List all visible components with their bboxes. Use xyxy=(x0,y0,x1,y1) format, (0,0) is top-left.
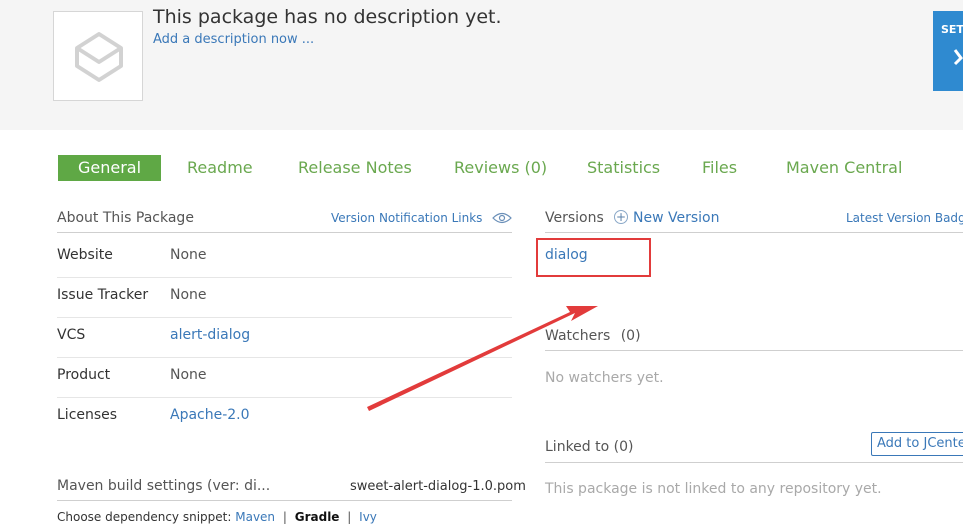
snippet-separator: | xyxy=(347,510,352,524)
snippet-label: Choose dependency snippet: xyxy=(57,510,232,524)
snippet-ivy[interactable]: Ivy xyxy=(359,510,377,524)
versions-divider xyxy=(545,232,963,233)
row-divider xyxy=(57,277,512,278)
set-button-label: SET xyxy=(941,23,963,36)
linked-divider xyxy=(545,462,963,463)
about-package-title: About This Package xyxy=(57,210,194,226)
row-divider xyxy=(57,357,512,358)
product-value: None xyxy=(170,367,207,383)
new-version-label: New Version xyxy=(633,210,720,226)
tab-general[interactable]: General xyxy=(58,155,162,181)
package-avatar xyxy=(53,11,143,101)
issue-tracker-label: Issue Tracker xyxy=(57,287,149,303)
new-version-button[interactable]: + New Version xyxy=(614,210,719,226)
tab-maven-central[interactable]: Maven Central xyxy=(786,155,902,181)
package-header: This package has no description yet. Add… xyxy=(0,0,963,130)
no-watchers-text: No watchers yet. xyxy=(545,370,664,386)
package-description: This package has no description yet. xyxy=(153,6,502,28)
tab-readme[interactable]: Readme xyxy=(187,155,253,181)
plus-circle-icon: + xyxy=(614,210,628,224)
not-linked-text: This package is not linked to any reposi… xyxy=(545,481,882,497)
version-notification-links[interactable]: Version Notification Links xyxy=(331,211,482,225)
package-tabs: General Readme Release Notes Reviews (0)… xyxy=(0,155,963,181)
license-link[interactable]: Apache-2.0 xyxy=(170,407,250,423)
about-divider xyxy=(57,232,512,233)
linked-to-title: Linked to (0) xyxy=(545,439,634,455)
watchers-count: (0) xyxy=(620,328,641,344)
vcs-label: VCS xyxy=(57,327,86,343)
package-box-icon xyxy=(75,32,123,82)
latest-version-badge-link[interactable]: Latest Version Badge xyxy=(846,211,963,225)
snippet-separator: | xyxy=(282,510,287,524)
download-icon xyxy=(953,49,963,66)
maven-divider xyxy=(57,500,512,501)
tab-statistics[interactable]: Statistics xyxy=(587,155,660,181)
row-divider xyxy=(57,317,512,318)
watchers-divider xyxy=(545,350,963,351)
add-description-link[interactable]: Add a description now ... xyxy=(153,32,314,47)
website-label: Website xyxy=(57,247,113,263)
pom-file-name[interactable]: sweet-alert-dialog-1.0.pom xyxy=(350,479,526,494)
dependency-snippet-chooser: Choose dependency snippet: Maven | Gradl… xyxy=(57,510,377,524)
versions-title: Versions xyxy=(545,210,604,226)
snippet-gradle[interactable]: Gradle xyxy=(295,510,340,524)
tab-release-notes[interactable]: Release Notes xyxy=(298,155,412,181)
issue-tracker-value: None xyxy=(170,287,207,303)
set-me-up-button[interactable]: SET xyxy=(933,11,963,91)
snippet-maven[interactable]: Maven xyxy=(235,510,275,524)
vcs-link[interactable]: alert-dialog xyxy=(170,327,250,343)
watchers-title-label: Watchers xyxy=(545,328,611,344)
eye-icon[interactable] xyxy=(492,211,512,225)
watchers-title: Watchers (0) xyxy=(545,328,641,344)
tab-files[interactable]: Files xyxy=(702,155,737,181)
product-label: Product xyxy=(57,367,111,383)
row-divider xyxy=(57,397,512,398)
tab-reviews[interactable]: Reviews (0) xyxy=(454,155,547,181)
website-value: None xyxy=(170,247,207,263)
maven-build-settings-title[interactable]: Maven build settings (ver: di... xyxy=(57,478,270,494)
version-item[interactable]: dialog xyxy=(545,247,588,263)
add-to-jcenter-button[interactable]: Add to JCenter xyxy=(871,432,963,456)
licenses-label: Licenses xyxy=(57,407,118,423)
